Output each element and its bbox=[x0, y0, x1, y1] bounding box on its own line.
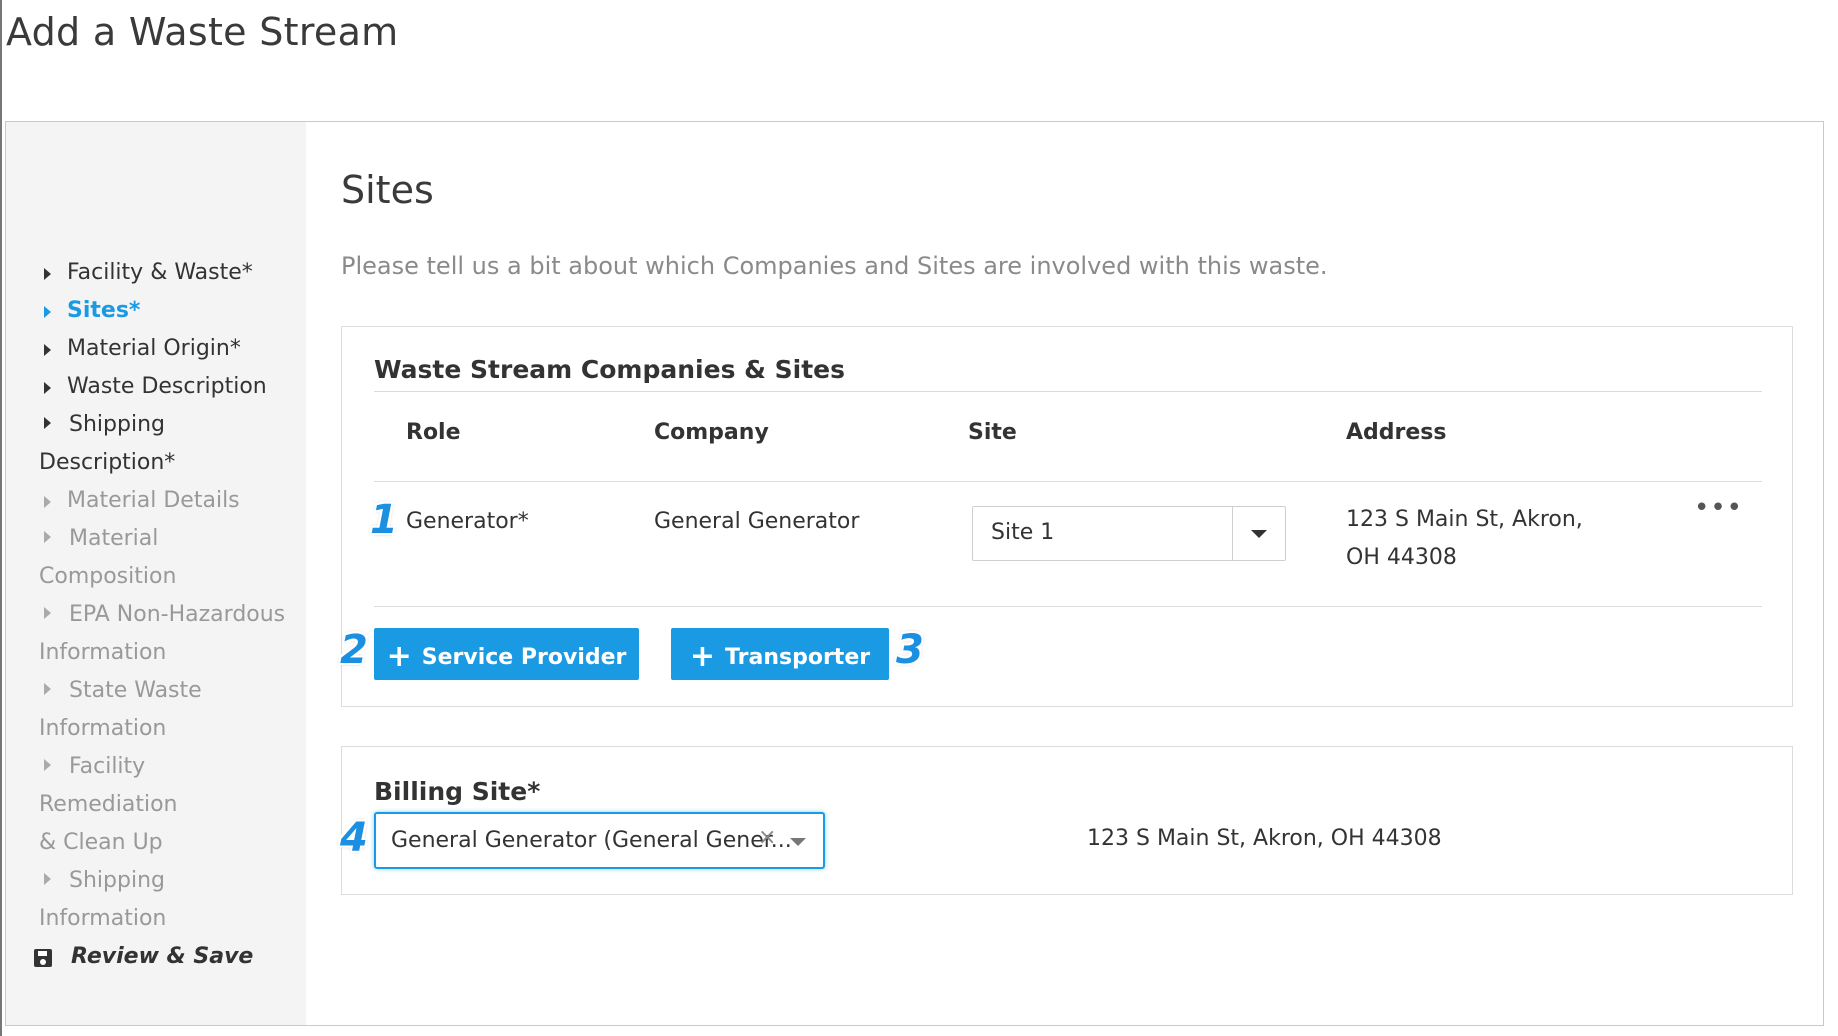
sidebar-item-label-line2: Composition bbox=[39, 564, 177, 589]
billing-card: Billing Site* 4 General Generator (Gener… bbox=[340, 746, 1793, 895]
sidebar-item-sites[interactable]: Sites* bbox=[39, 292, 289, 330]
sidebar-item-label-line2: Description* bbox=[39, 450, 176, 475]
more-horizontal-icon[interactable]: ••• bbox=[1694, 493, 1743, 523]
plus-icon: + bbox=[386, 638, 412, 674]
sidebar-item-label-line2: Information bbox=[39, 716, 167, 741]
save-icon bbox=[34, 949, 52, 967]
sidebar-item-label-line2: Information bbox=[39, 906, 167, 931]
column-site: Site bbox=[968, 420, 1017, 445]
sidebar-item-label: Review & Save bbox=[71, 944, 254, 969]
billing-site-label: Billing Site* bbox=[374, 777, 541, 806]
sidebar-item-label: EPA Non-Hazardous bbox=[69, 602, 286, 627]
sidebar-item-waste-description[interactable]: Waste Description bbox=[39, 368, 289, 406]
sidebar-item-label: Material bbox=[69, 526, 159, 551]
sidebar-item-label: Facility & Waste* bbox=[67, 260, 253, 285]
sidebar-item-review-save[interactable]: Review & Save bbox=[34, 938, 289, 976]
caret-right-icon bbox=[44, 759, 51, 771]
column-address: Address bbox=[1346, 420, 1447, 445]
company-cell: General Generator bbox=[654, 509, 860, 534]
button-label: Service Provider bbox=[421, 644, 627, 670]
sidebar-item-label: State Waste bbox=[69, 678, 202, 703]
sidebar-item-label-line2: & Clean Up bbox=[39, 830, 163, 855]
plus-icon: + bbox=[689, 638, 716, 674]
caret-right-icon bbox=[44, 683, 51, 695]
sidebar-item-label-line2: Information bbox=[39, 640, 167, 665]
billing-site-value: General Generator (General Gener... bbox=[391, 828, 792, 853]
sidebar-item-facility-remediation[interactable]: Facility Remediation & Clean Up bbox=[39, 748, 289, 862]
page-title: Add a Waste Stream bbox=[6, 10, 399, 54]
caret-right-icon bbox=[44, 496, 51, 508]
table-header: Role Company Site Address bbox=[374, 393, 1762, 482]
sidebar-item-material-origin[interactable]: Material Origin* bbox=[39, 330, 289, 368]
sidebar-item-label: Shipping bbox=[69, 868, 165, 893]
sidebar-item-label: Material Origin* bbox=[67, 336, 241, 361]
caret-right-icon bbox=[44, 417, 51, 429]
step-marker-2: 2 bbox=[340, 627, 368, 673]
caret-right-icon bbox=[44, 873, 51, 885]
caret-down-icon[interactable] bbox=[790, 838, 806, 846]
caret-down-icon bbox=[1251, 530, 1267, 538]
sidebar-nav: Facility & Waste* Sites* Material Origin… bbox=[34, 254, 289, 976]
billing-site-select[interactable]: General Generator (General Gener... × bbox=[374, 812, 825, 869]
sidebar-item-label: Waste Description bbox=[67, 374, 267, 399]
caret-right-icon bbox=[44, 344, 51, 356]
step-marker-3: 3 bbox=[896, 627, 924, 673]
column-role: Role bbox=[406, 420, 461, 445]
companies-heading: Waste Stream Companies & Sites bbox=[374, 355, 1762, 392]
sidebar-item-label: Shipping bbox=[69, 412, 165, 437]
sidebar-item-label: Facility Remediation bbox=[39, 754, 178, 817]
billing-address: 123 S Main St, Akron, OH 44308 bbox=[1087, 826, 1442, 851]
intro-text: Please tell us a bit about which Compani… bbox=[341, 252, 1328, 280]
caret-right-icon bbox=[44, 382, 51, 394]
sidebar-item-shipping-information[interactable]: Shipping Information bbox=[39, 862, 289, 938]
site-select[interactable]: Site 1 bbox=[972, 506, 1286, 561]
sidebar-item-facility-waste[interactable]: Facility & Waste* bbox=[39, 254, 289, 292]
address-cell: 123 S Main St, Akron, OH 44308 bbox=[1346, 507, 1583, 570]
sidebar-item-label: Sites* bbox=[67, 298, 141, 323]
sidebar-item-shipping-description[interactable]: Shipping Description* bbox=[39, 406, 289, 482]
button-label: Transporter bbox=[725, 644, 871, 670]
sidebar-item-state-waste[interactable]: State Waste Information bbox=[39, 672, 289, 748]
section-title: Sites bbox=[341, 168, 434, 212]
window-edge bbox=[0, 0, 2, 1036]
sidebar-item-material-details[interactable]: Material Details bbox=[39, 482, 289, 520]
sidebar-item-label: Material Details bbox=[67, 488, 240, 513]
role-cell: Generator* bbox=[406, 509, 529, 534]
add-transporter-button[interactable]: + Transporter bbox=[671, 628, 889, 680]
sidebar: Facility & Waste* Sites* Material Origin… bbox=[6, 122, 306, 1025]
wizard-panel: Facility & Waste* Sites* Material Origin… bbox=[5, 121, 1824, 1026]
step-marker-4: 4 bbox=[340, 815, 368, 861]
step-marker-1: 1 bbox=[370, 497, 398, 543]
sidebar-item-material-composition[interactable]: Material Composition bbox=[39, 520, 289, 596]
clear-icon[interactable]: × bbox=[758, 825, 776, 850]
caret-right-icon bbox=[44, 268, 51, 280]
column-company: Company bbox=[654, 420, 769, 445]
site-select-value: Site 1 bbox=[991, 520, 1055, 545]
caret-right-icon bbox=[44, 306, 51, 318]
site-select-toggle[interactable] bbox=[1232, 507, 1285, 560]
add-service-provider-button[interactable]: + Service Provider bbox=[374, 628, 639, 680]
companies-card: Waste Stream Companies & Sites Role Comp… bbox=[340, 326, 1793, 707]
sidebar-item-epa-non-hazardous[interactable]: EPA Non-Hazardous Information bbox=[39, 596, 289, 672]
caret-right-icon bbox=[44, 531, 51, 543]
caret-right-icon bbox=[44, 607, 51, 619]
table-row: 1 Generator* General Generator Site 1 12… bbox=[370, 481, 1762, 607]
